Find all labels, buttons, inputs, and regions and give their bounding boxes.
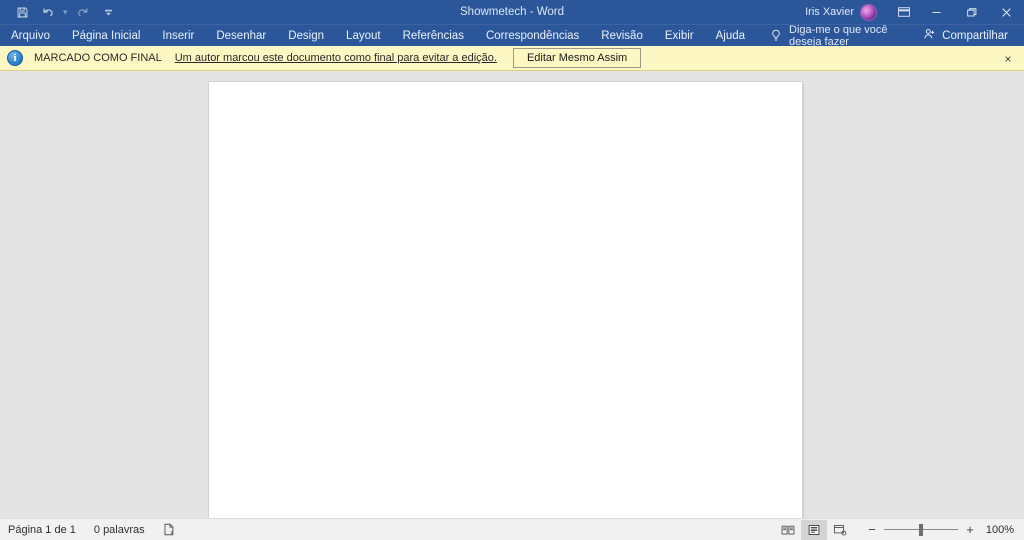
proofing-icon[interactable] — [163, 523, 175, 536]
redo-icon[interactable] — [71, 1, 95, 23]
ribbon-display-options-icon[interactable] — [889, 0, 919, 24]
close-button[interactable] — [989, 0, 1024, 24]
marked-as-final-bar: i MARCADO COMO FINAL Um autor marcou est… — [0, 46, 1024, 71]
print-layout-view-icon[interactable] — [801, 519, 827, 540]
share-person-icon — [923, 28, 936, 43]
customize-quick-access-icon[interactable] — [97, 1, 121, 23]
tab-inserir[interactable]: Inserir — [151, 25, 205, 47]
zoom-slider[interactable] — [884, 523, 958, 537]
title-bar-right-controls: Iris Xavier — [805, 0, 1024, 24]
lightbulb-icon — [770, 29, 782, 42]
tell-me-search[interactable]: Diga-me o que você deseja fazer — [770, 23, 919, 48]
account-name[interactable]: Iris Xavier — [805, 6, 860, 18]
page-indicator[interactable]: Página 1 de 1 — [8, 524, 76, 536]
edit-anyway-button[interactable]: Editar Mesmo Assim — [512, 47, 642, 69]
undo-icon[interactable] — [36, 1, 60, 23]
tell-me-label: Diga-me o que você deseja fazer — [789, 23, 888, 48]
tab-referencias[interactable]: Referências — [392, 25, 475, 47]
restore-button[interactable] — [954, 0, 989, 24]
tab-design[interactable]: Design — [277, 25, 335, 47]
web-layout-view-icon[interactable] — [827, 520, 853, 540]
zoom-in-button[interactable]: + — [965, 523, 975, 536]
status-bar-left: Página 1 de 1 0 palavras — [0, 523, 175, 536]
document-canvas[interactable] — [0, 71, 1024, 518]
status-bar: Página 1 de 1 0 palavras − + 100% — [0, 518, 1024, 540]
title-bar: ▾ Showmetech - Word Iris Xavier — [0, 0, 1024, 24]
zoom-level[interactable]: 100% — [982, 524, 1014, 536]
word-count[interactable]: 0 palavras — [94, 524, 145, 536]
save-icon[interactable] — [10, 1, 34, 23]
ribbon-tab-bar: Arquivo Página Inicial Inserir Desenhar … — [0, 23, 1024, 48]
document-page[interactable] — [209, 82, 802, 518]
read-mode-view-icon[interactable] — [775, 520, 801, 540]
marked-as-final-message: Um autor marcou este documento como fina… — [174, 52, 497, 64]
tab-correspondencias[interactable]: Correspondências — [475, 25, 590, 47]
zoom-controls: − + 100% — [867, 523, 1014, 537]
zoom-out-button[interactable]: − — [867, 523, 877, 536]
word-application-window: ▾ Showmetech - Word Iris Xavier Arquivo … — [0, 0, 1024, 540]
tab-exibir[interactable]: Exibir — [654, 25, 705, 47]
marked-as-final-label: MARCADO COMO FINAL — [34, 52, 162, 64]
minimize-button[interactable] — [919, 0, 954, 24]
avatar[interactable] — [860, 3, 877, 21]
tab-layout[interactable]: Layout — [335, 25, 392, 47]
tab-pagina-inicial[interactable]: Página Inicial — [61, 25, 151, 47]
quick-access-toolbar: ▾ — [0, 0, 121, 24]
close-icon[interactable]: × — [1000, 46, 1016, 71]
quick-access-separator: ▾ — [63, 6, 68, 17]
share-button[interactable]: Compartilhar — [919, 25, 1012, 47]
tab-revisao[interactable]: Revisão — [590, 25, 654, 47]
tab-ajuda[interactable]: Ajuda — [705, 25, 756, 47]
ribbon-tabs: Arquivo Página Inicial Inserir Desenhar … — [0, 25, 756, 47]
info-icon: i — [7, 50, 23, 66]
share-label: Compartilhar — [942, 29, 1008, 42]
zoom-slider-thumb[interactable] — [919, 523, 923, 536]
tab-desenhar[interactable]: Desenhar — [205, 25, 277, 47]
tab-arquivo[interactable]: Arquivo — [0, 25, 61, 47]
status-bar-right: − + 100% — [775, 519, 1024, 540]
